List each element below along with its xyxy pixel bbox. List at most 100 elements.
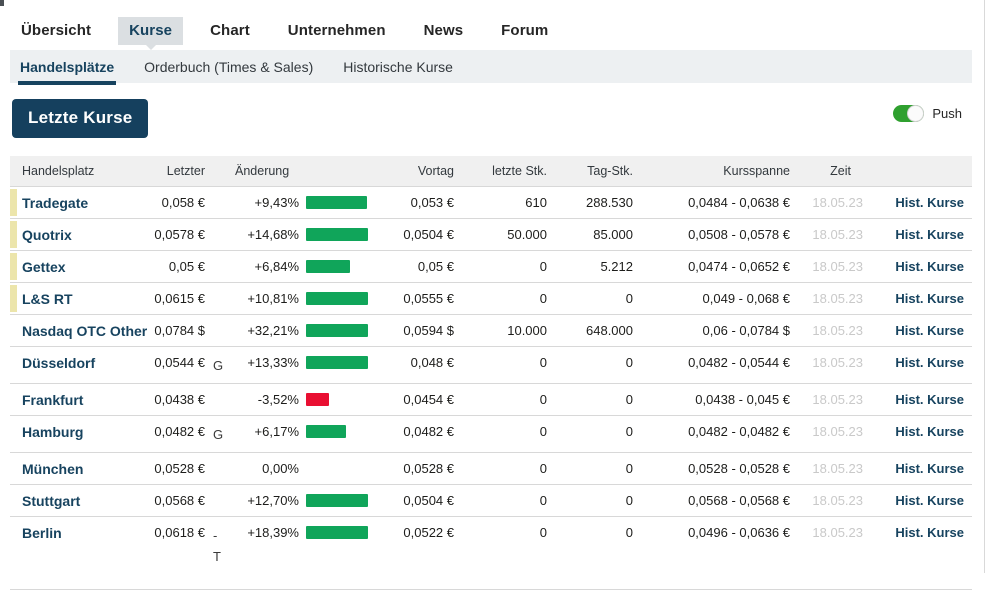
subnav-item-orderbuch-times-sales[interactable]: Orderbuch (Times & Sales) — [142, 50, 315, 83]
change-wrap: +12,70% — [231, 493, 373, 508]
last-qty-cell: 10.000 — [454, 314, 547, 346]
change-wrap: +6,17% — [231, 424, 373, 439]
nav-item-forum[interactable]: Forum — [490, 17, 559, 45]
hist-kurse-link[interactable]: Hist. Kurse — [895, 259, 964, 274]
hist-kurse-link[interactable]: Hist. Kurse — [895, 355, 964, 370]
venue-cell: Düsseldorf — [10, 346, 150, 383]
price-suffix-cell — [205, 484, 231, 516]
price-suffix: G — [213, 355, 223, 376]
hist-cell: Hist. Kurse — [863, 383, 972, 415]
table-header: HandelsplatzLetzterÄnderungVortagletzte … — [10, 156, 972, 186]
subnav-item-handelspl-tze[interactable]: Handelsplätze — [18, 50, 116, 83]
nav-item-news[interactable]: News — [413, 17, 475, 45]
change-bar — [306, 196, 367, 209]
change-wrap: -3,52% — [231, 392, 373, 407]
price-suffix-cell — [205, 383, 231, 415]
venue-link[interactable]: Stuttgart — [22, 493, 80, 509]
last-qty-cell: 0 — [454, 452, 547, 484]
last-price-cell: 0,0615 € — [150, 282, 205, 314]
venue-cell: Gettex — [10, 250, 150, 282]
nav-item--bersicht[interactable]: Übersicht — [10, 17, 102, 45]
change-wrap: +10,81% — [231, 291, 373, 306]
last-qty-cell: 0 — [454, 484, 547, 516]
last-price-cell: 0,0544 € — [150, 346, 205, 383]
hist-kurse-link[interactable]: Hist. Kurse — [895, 291, 964, 306]
venue-link[interactable]: L&S RT — [22, 291, 73, 307]
change-bar — [306, 260, 350, 273]
hist-kurse-link[interactable]: Hist. Kurse — [895, 323, 964, 338]
last-price-cell: 0,05 € — [150, 250, 205, 282]
change-wrap: +13,33% — [231, 355, 373, 370]
venue-link[interactable]: Hamburg — [22, 424, 83, 440]
venue-cell: Stuttgart — [10, 484, 150, 516]
change-cell: +6,17% — [231, 415, 373, 452]
price-suffix-cell: - T — [205, 516, 231, 589]
column-header-spacer — [863, 156, 972, 186]
prev-close-cell: 0,0482 € — [373, 415, 454, 452]
venue-cell: München — [10, 452, 150, 484]
hist-kurse-link[interactable]: Hist. Kurse — [895, 461, 964, 476]
change-percent: +6,17% — [231, 424, 299, 439]
change-wrap: +32,21% — [231, 323, 373, 338]
price-suffix-cell — [205, 218, 231, 250]
change-cell: +18,39% — [231, 516, 373, 589]
last-qty-cell: 0 — [454, 346, 547, 383]
last-price-cell: 0,058 € — [150, 186, 205, 218]
time-cell: 18.05.23 — [790, 383, 863, 415]
hist-kurse-link[interactable]: Hist. Kurse — [895, 195, 964, 210]
prev-close-cell: 0,053 € — [373, 186, 454, 218]
prev-close-cell: 0,0522 € — [373, 516, 454, 589]
venue-link[interactable]: Quotrix — [22, 227, 72, 243]
venue-link[interactable]: München — [22, 461, 83, 477]
table-row: Düsseldorf0,0544 €G+13,33%0,048 €000,048… — [10, 346, 972, 383]
venue-link[interactable]: Düsseldorf — [22, 355, 95, 371]
price-range-cell: 0,0528 - 0,0528 € — [633, 452, 790, 484]
last-price-cell: 0,0784 $ — [150, 314, 205, 346]
hist-cell: Hist. Kurse — [863, 314, 972, 346]
venue-link[interactable]: Gettex — [22, 259, 66, 275]
day-qty-cell: 0 — [547, 282, 633, 314]
last-price-cell: 0,0578 € — [150, 218, 205, 250]
hist-kurse-link[interactable]: Hist. Kurse — [895, 525, 964, 540]
hist-cell: Hist. Kurse — [863, 516, 972, 589]
prev-close-cell: 0,0555 € — [373, 282, 454, 314]
venue-link[interactable]: Frankfurt — [22, 392, 83, 408]
change-bar — [306, 356, 368, 369]
hist-cell: Hist. Kurse — [863, 186, 972, 218]
last-price-cell: 0,0438 € — [150, 383, 205, 415]
nav-item-kurse[interactable]: Kurse — [118, 17, 183, 45]
nav-item-unternehmen[interactable]: Unternehmen — [277, 17, 397, 45]
push-toggle-knob — [907, 105, 924, 122]
venue-link[interactable]: Berlin — [22, 525, 62, 541]
venue-marker — [10, 189, 17, 216]
nav-item-chart[interactable]: Chart — [199, 17, 261, 45]
change-percent: +32,21% — [231, 323, 299, 338]
column-header-handelsplatz: Handelsplatz — [10, 156, 150, 186]
push-control: Push — [893, 105, 974, 122]
hist-kurse-link[interactable]: Hist. Kurse — [895, 493, 964, 508]
column-header-letzter: Letzter — [150, 156, 205, 186]
venue-link[interactable]: Nasdaq OTC Other — [22, 323, 147, 339]
column-header-letzte-stk: letzte Stk. — [454, 156, 547, 186]
last-qty-cell: 50.000 — [454, 218, 547, 250]
hist-cell: Hist. Kurse — [863, 452, 972, 484]
change-cell: +14,68% — [231, 218, 373, 250]
venue-link[interactable]: Tradegate — [22, 195, 88, 211]
hist-kurse-link[interactable]: Hist. Kurse — [895, 392, 964, 407]
price-range-cell: 0,0474 - 0,0652 € — [633, 250, 790, 282]
hist-cell: Hist. Kurse — [863, 282, 972, 314]
change-wrap: +18,39% — [231, 525, 373, 540]
page-right-divider — [984, 0, 985, 573]
change-bar — [306, 425, 346, 438]
change-bar — [306, 292, 368, 305]
push-toggle[interactable] — [893, 105, 924, 122]
column-header-zeit: Zeit — [790, 156, 863, 186]
change-percent: 0,00% — [231, 461, 299, 476]
subnav-item-historische-kurse[interactable]: Historische Kurse — [341, 50, 455, 83]
hist-kurse-link[interactable]: Hist. Kurse — [895, 227, 964, 242]
change-cell: -3,52% — [231, 383, 373, 415]
change-percent: +6,84% — [231, 259, 299, 274]
prev-close-cell: 0,048 € — [373, 346, 454, 383]
hist-kurse-link[interactable]: Hist. Kurse — [895, 424, 964, 439]
main-nav: Übersicht Kurse Chart Unternehmen News Forum — [0, 0, 995, 45]
